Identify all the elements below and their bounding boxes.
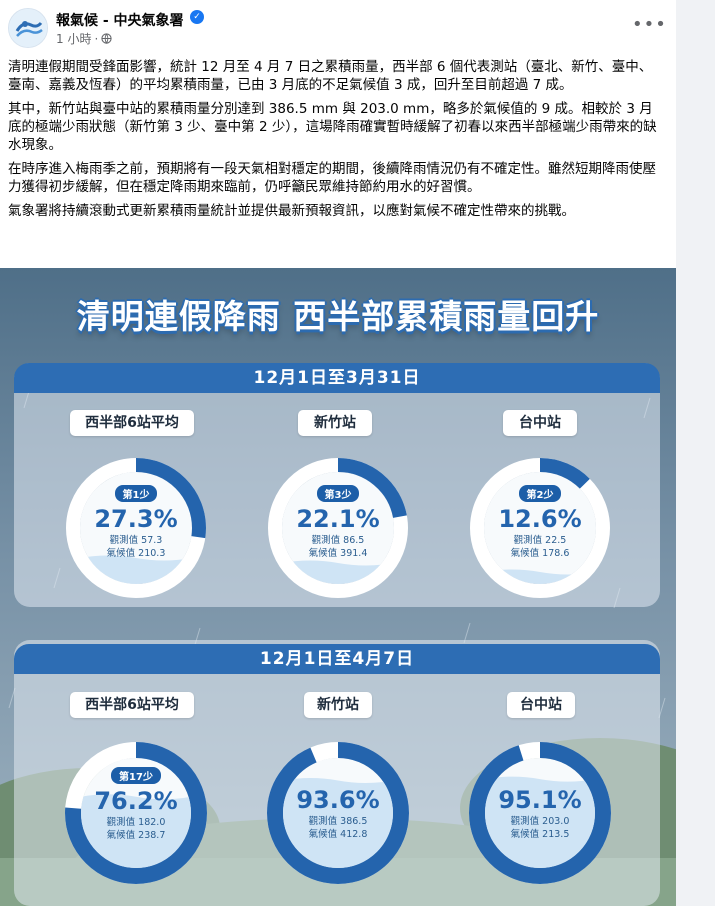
climate-value: 氣候值 213.5 xyxy=(510,829,570,840)
rank-badge: 第2少 xyxy=(518,485,562,502)
rank-badge: 第17少 xyxy=(111,767,161,784)
station-label-west-avg: 西半部6站平均 xyxy=(70,410,194,436)
rank-badge: 第1少 xyxy=(114,485,158,502)
station-label-hsinchu-2: 新竹站 xyxy=(304,692,372,718)
page-name-link[interactable]: 報氣候 - 中央氣象署 xyxy=(56,10,184,30)
observed-value: 觀測值 22.5 xyxy=(513,535,567,546)
post-paragraph: 清明連假期間受鋒面影響，統計 12 月至 4 月 7 日之累積雨量，西半部 6 … xyxy=(8,59,653,93)
post-paragraph: 氣象署將持續滾動式更新累積雨量統計並提供最新預報資訊，以應對氣候不確定性帶來的挑… xyxy=(8,203,575,219)
climate-value: 氣候值 391.4 xyxy=(308,548,368,559)
post-paragraph: 在時序進入梅雨季之前，預期將有一段天氣相對穩定的期間，後續降雨情況仍有不確定性。… xyxy=(8,161,656,195)
observed-value: 觀測值 203.0 xyxy=(510,816,570,827)
page-avatar[interactable] xyxy=(8,8,48,48)
climate-value: 氣候值 178.6 xyxy=(510,548,570,559)
climate-value: 氣候值 238.7 xyxy=(106,830,166,841)
post-timestamp[interactable]: 1 小時 xyxy=(56,30,91,47)
station-label-taichung: 台中站 xyxy=(503,410,577,436)
more-options-button[interactable]: ••• xyxy=(632,14,666,42)
percent-value: 27.3% xyxy=(94,505,178,533)
donut-center-top-2: 第3少 22.1% 觀測值 86.5 氣候值 391.4 xyxy=(263,483,413,560)
infographic-image[interactable]: 清明連假降雨 西半部累積雨量回升 12月1日至3月31日 12月1日至4月7日 … xyxy=(0,268,676,906)
post-message: 清明連假期間受鋒面影響，統計 12 月至 4 月 7 日之累積雨量，西半部 6 … xyxy=(8,58,660,226)
station-label-taichung-2: 台中站 xyxy=(507,692,575,718)
observed-value: 觀測值 86.5 xyxy=(311,535,365,546)
observed-value: 觀測值 182.0 xyxy=(106,817,166,828)
facebook-post-card: 報氣候 - 中央氣象署 ✓ 1 小時 · ••• 清明連假期間受鋒面影響，統計 … xyxy=(0,0,676,906)
globe-icon[interactable] xyxy=(101,33,112,44)
climate-value: 氣候值 412.8 xyxy=(308,829,368,840)
donut-center-bottom-1: 第17少 76.2% 觀測值 182.0 氣候值 238.7 xyxy=(61,765,211,842)
donut-center-top-3: 第2少 12.6% 觀測值 22.5 氣候值 178.6 xyxy=(465,483,615,560)
observed-value: 觀測值 57.3 xyxy=(109,535,163,546)
donut-center-top-1: 第1少 27.3% 觀測值 57.3 氣候值 210.3 xyxy=(61,483,211,560)
observed-value: 觀測值 386.5 xyxy=(308,816,368,827)
cwa-logo-icon xyxy=(9,9,47,47)
meta-separator: · xyxy=(94,31,99,46)
station-label-hsinchu: 新竹站 xyxy=(298,410,372,436)
percent-value: 93.6% xyxy=(296,786,380,814)
percent-value: 95.1% xyxy=(498,786,582,814)
station-label-west-avg-2: 西半部6站平均 xyxy=(70,692,194,718)
post-paragraph: 其中，新竹站與臺中站的累積雨量分別達到 386.5 mm 與 203.0 mm，… xyxy=(8,101,657,153)
post-meta: 1 小時 · xyxy=(56,30,112,47)
donut-center-bottom-2: 93.6% 觀測值 386.5 氣候值 412.8 xyxy=(263,785,413,841)
percent-value: 76.2% xyxy=(94,787,178,815)
post-header: 報氣候 - 中央氣象署 ✓ 1 小時 · ••• xyxy=(0,0,676,56)
verified-badge-icon: ✓ xyxy=(190,10,204,24)
rank-badge: 第3少 xyxy=(316,485,360,502)
percent-value: 12.6% xyxy=(498,505,582,533)
climate-value: 氣候值 210.3 xyxy=(106,548,166,559)
percent-value: 22.1% xyxy=(296,505,380,533)
donut-center-bottom-3: 95.1% 觀測值 203.0 氣候值 213.5 xyxy=(465,785,615,841)
